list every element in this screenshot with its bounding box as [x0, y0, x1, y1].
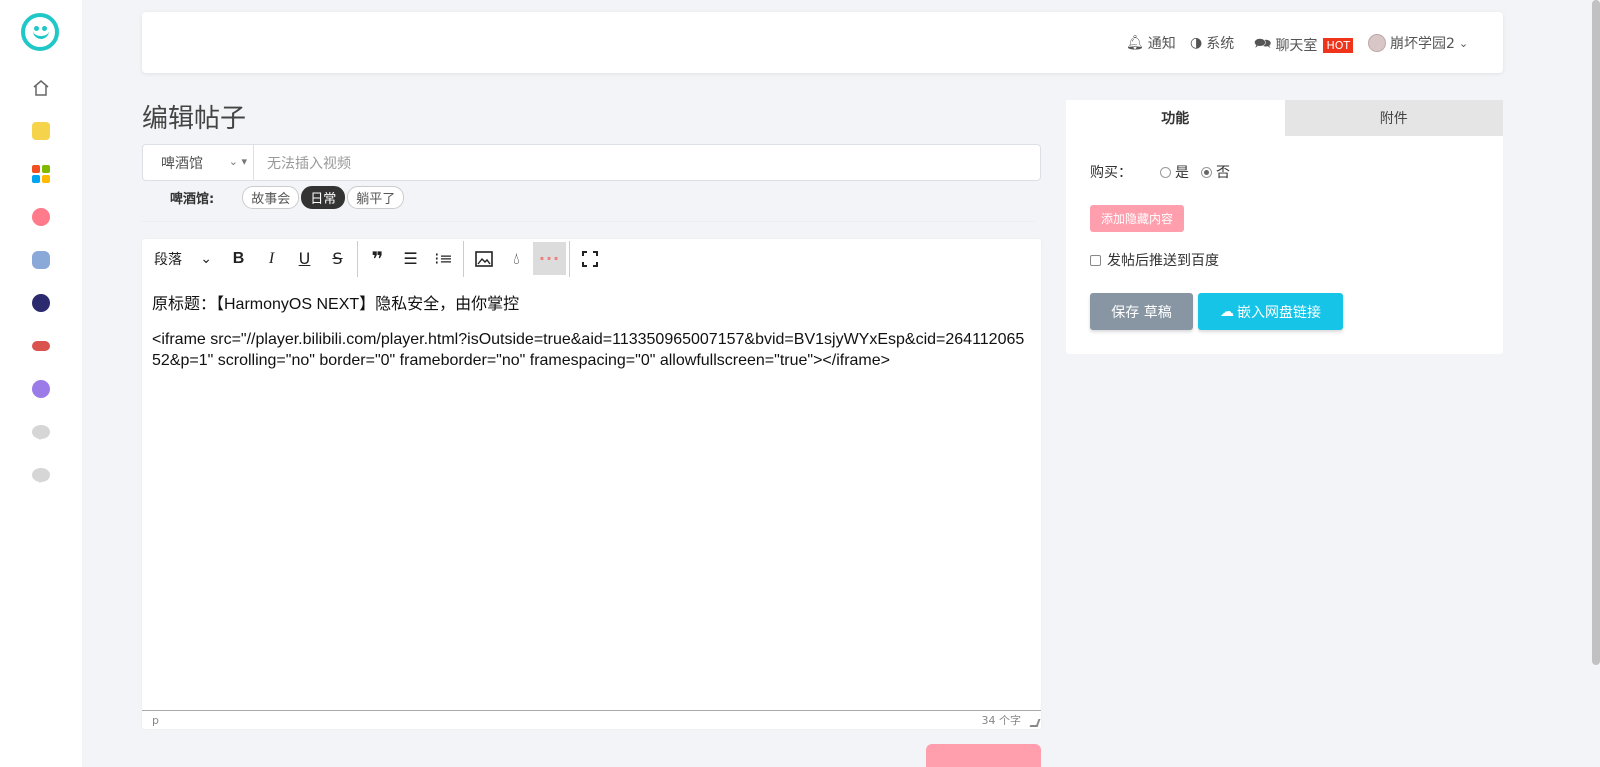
- toolbar-separator: [357, 240, 358, 277]
- paragraph-select[interactable]: 段落 ⌄: [142, 249, 222, 269]
- tab-attachments[interactable]: 附件: [1284, 100, 1503, 136]
- user-menu[interactable]: 崩坏学园2 ⌄: [1368, 33, 1468, 53]
- buy-no-radio[interactable]: 否: [1201, 162, 1230, 182]
- divider: [142, 221, 1035, 222]
- tag-row: 啤酒馆: 故事会 日常 躺平了: [170, 186, 405, 209]
- username: 崩坏学园2: [1390, 36, 1455, 52]
- tag-label: 啤酒馆:: [170, 192, 215, 207]
- paragraph-label: 段落: [154, 251, 182, 268]
- clock-icon[interactable]: [31, 379, 51, 399]
- embed-link-label: 嵌入网盘链接: [1237, 304, 1321, 321]
- chatroom-link[interactable]: 🗪︎ 聊天室 HOT: [1254, 33, 1354, 57]
- tab-features[interactable]: 功能: [1066, 100, 1285, 136]
- system-link[interactable]: ◑ 系统: [1190, 33, 1234, 53]
- tag-lying-flat[interactable]: 躺平了: [347, 186, 405, 209]
- home-icon[interactable]: [31, 78, 51, 98]
- fullscreen-icon: [581, 250, 598, 267]
- italic-button[interactable]: I: [255, 242, 288, 275]
- category-input[interactable]: 无法插入视频: [254, 145, 1040, 180]
- align-button[interactable]: ☰: [394, 242, 427, 275]
- blockquote-button[interactable]: ❞: [361, 242, 394, 275]
- push-baidu-label: 发帖后推送到百度: [1107, 253, 1219, 269]
- buy-no-label: 否: [1216, 165, 1230, 181]
- buy-label: 购买：: [1090, 165, 1132, 181]
- site-logo[interactable]: [21, 13, 59, 51]
- toolbar-separator: [569, 240, 570, 277]
- apps-grid-icon[interactable]: [31, 164, 51, 184]
- chevron-down-icon: ⌄: [200, 250, 212, 267]
- app-icon[interactable]: [31, 207, 51, 227]
- category-select[interactable]: 啤酒馆 ⌄ ▾: [143, 145, 254, 180]
- element-path: p: [152, 713, 159, 727]
- page-scrollbar[interactable]: [1592, 0, 1600, 665]
- contrast-icon: ◑: [1190, 35, 1203, 51]
- hot-badge: HOT: [1323, 37, 1354, 53]
- editor-statusbar: p 34 个字: [142, 710, 1041, 729]
- align-left-icon: ☰: [403, 249, 418, 268]
- bell-icon: 🔔︎: [1126, 35, 1144, 51]
- editor-toolbar: 段落 ⌄ B I U S ❞ ☰ ⁝≡ 💧︎ ···: [142, 239, 1041, 278]
- color-button[interactable]: 💧︎: [500, 242, 533, 275]
- chat-icon: 🗪︎: [1254, 36, 1272, 52]
- tag-story[interactable]: 故事会: [242, 186, 300, 209]
- buy-yes-label: 是: [1175, 165, 1189, 181]
- notify-label: 通知: [1147, 36, 1176, 52]
- page-title: 编辑帖子: [142, 104, 247, 134]
- fullscreen-button[interactable]: [573, 242, 606, 275]
- radio-indicator: [1201, 166, 1212, 178]
- beer-icon[interactable]: [31, 121, 51, 141]
- more-dots-icon: ···: [538, 249, 561, 268]
- category-selected: 啤酒馆: [161, 155, 203, 172]
- side-panel: 功能 附件 购买： 是 否 添加隐藏内容 发帖后推送到百度 保存 草稿 ☁ 嵌入…: [1066, 100, 1503, 354]
- editor-content[interactable]: 原标题：【HarmonyOS NEXT】隐私安全，由你掌控 <iframe sr…: [152, 294, 1032, 385]
- notify-link[interactable]: 🔔︎ 通知: [1126, 33, 1176, 53]
- chatroom-label: 聊天室: [1275, 38, 1318, 54]
- content-paragraph: 原标题：【HarmonyOS NEXT】隐私安全，由你掌控: [152, 296, 520, 313]
- panel-tabs: 功能 附件: [1066, 100, 1503, 136]
- cloud-upload-icon: ☁: [1220, 303, 1234, 320]
- gamepad-icon[interactable]: [31, 336, 51, 356]
- droplet-icon: 💧︎: [513, 248, 520, 268]
- more-button[interactable]: ···: [533, 242, 566, 275]
- tag-daily[interactable]: 日常: [301, 186, 346, 209]
- toolbar-separator: [463, 240, 464, 277]
- image-icon: [474, 250, 493, 267]
- ai-icon[interactable]: [31, 293, 51, 313]
- category-row: 啤酒馆 ⌄ ▾ 无法插入视频: [142, 144, 1041, 181]
- word-count: 34 个字: [981, 714, 1022, 727]
- quote-icon: ❞: [371, 246, 384, 271]
- submit-button[interactable]: [926, 744, 1041, 767]
- strikethrough-button[interactable]: S: [321, 242, 354, 275]
- underline-button[interactable]: U: [288, 242, 321, 275]
- add-hidden-content-button[interactable]: 添加隐藏内容: [1090, 205, 1185, 232]
- checkbox-indicator: [1090, 254, 1101, 266]
- save-draft-button[interactable]: 保存 草稿: [1090, 293, 1193, 330]
- list-icon: ⁝≡: [434, 249, 453, 268]
- avatar: [1368, 34, 1386, 52]
- chat-bubble-icon[interactable]: [31, 422, 51, 442]
- system-label: 系统: [1206, 36, 1235, 52]
- push-baidu-checkbox[interactable]: 发帖后推送到百度: [1090, 250, 1219, 270]
- buy-row: 购买： 是 否: [1090, 162, 1242, 182]
- content-paragraph: <iframe src="//player.bilibili.com/playe…: [152, 331, 1025, 369]
- bold-button[interactable]: B: [222, 242, 255, 275]
- chat-bubble-icon[interactable]: [31, 465, 51, 485]
- radio-indicator: [1160, 166, 1171, 178]
- embed-cloud-link-button[interactable]: ☁ 嵌入网盘链接: [1198, 293, 1343, 330]
- chevron-down-icon: ⌄: [1458, 36, 1469, 50]
- insert-image-button[interactable]: [467, 242, 500, 275]
- top-header: 🔔︎ 通知 ◑ 系统 🗪︎ 聊天室 HOT 崩坏学园2 ⌄: [142, 12, 1503, 73]
- rich-text-editor: 段落 ⌄ B I U S ❞ ☰ ⁝≡ 💧︎ ··· 原标题：【HarmonyO…: [142, 239, 1041, 729]
- buy-yes-radio[interactable]: 是: [1160, 162, 1189, 182]
- globe-icon[interactable]: [31, 250, 51, 270]
- bullet-list-button[interactable]: ⁝≡: [427, 242, 460, 275]
- left-sidebar: [0, 0, 82, 767]
- chevron-down-icon: ⌄ ▾: [228, 155, 247, 168]
